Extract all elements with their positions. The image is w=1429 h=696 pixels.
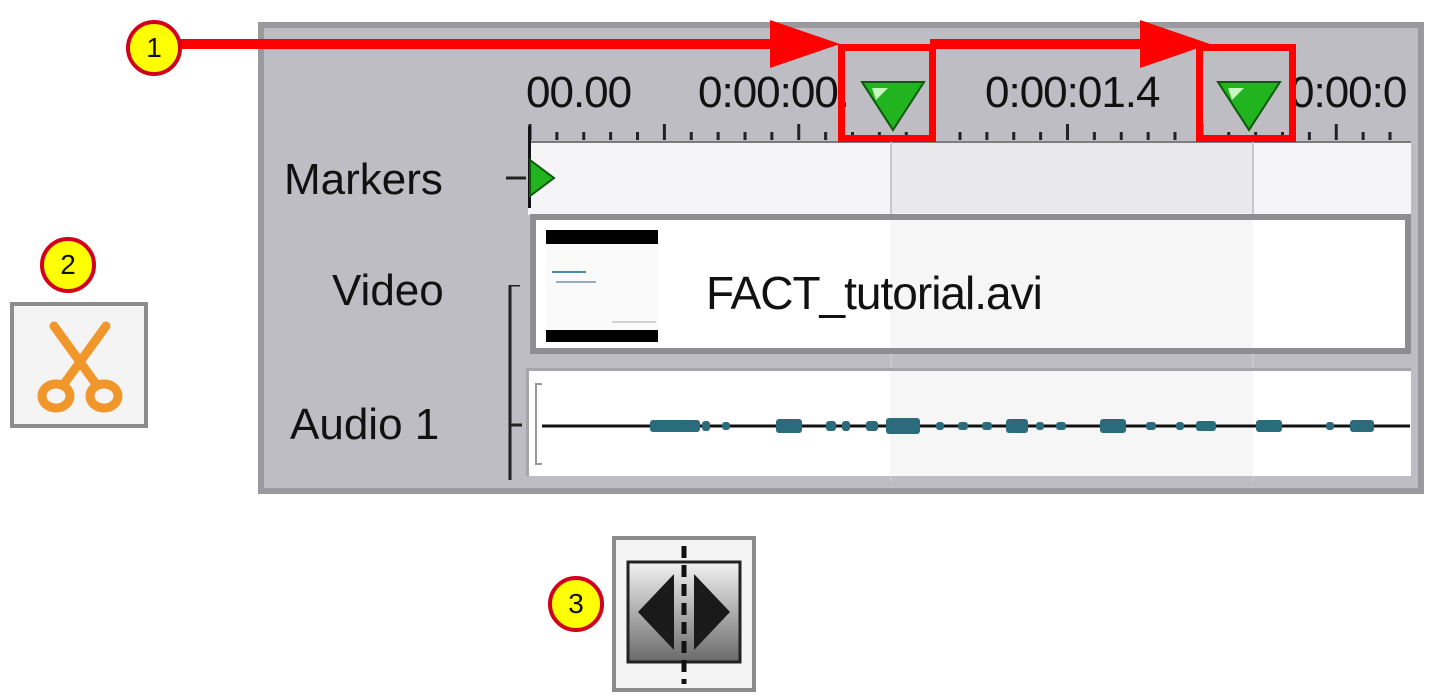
split-clip-icon	[626, 546, 742, 684]
track-label-audio: Audio 1	[290, 400, 440, 449]
markers-track-shade	[890, 141, 1253, 213]
ruler-label-4: 0:00:0	[1290, 68, 1407, 117]
waveform-segment	[1176, 422, 1184, 430]
audio-waveform	[535, 383, 1410, 465]
split-button[interactable]	[612, 536, 756, 692]
waveform-segment	[866, 421, 878, 431]
waveform-segment	[842, 421, 850, 431]
waveform-segment	[702, 421, 710, 431]
waveform-segment	[826, 421, 836, 431]
waveform-segment	[1100, 419, 1126, 433]
waveform-segment	[1326, 422, 1334, 430]
callout-badge-2: 2	[40, 237, 96, 293]
waveform-segment	[982, 422, 992, 430]
waveform-segment	[650, 420, 700, 432]
start-marker-icon[interactable]	[500, 156, 560, 200]
waveform-segment	[776, 419, 802, 433]
waveform-segment	[1256, 420, 1282, 432]
highlight-box-1	[838, 44, 936, 142]
waveform-segment	[1036, 422, 1044, 430]
cut-button[interactable]	[10, 302, 148, 428]
video-thumbnail	[546, 230, 658, 342]
waveform-segment	[936, 422, 944, 430]
waveform-segment	[1056, 422, 1066, 430]
waveform-segment	[722, 422, 730, 430]
callout-badge-1: 1	[126, 20, 182, 76]
track-label-video: Video	[332, 266, 444, 315]
waveform-segment	[1006, 419, 1028, 433]
callout-badge-3: 3	[548, 576, 604, 632]
annotation-arrows	[180, 20, 1210, 68]
video-clip-filename: FACT_tutorial.avi	[706, 267, 1043, 319]
waveform-segment	[1146, 422, 1156, 430]
highlight-box-2	[1196, 44, 1296, 142]
track-label-markers: Markers	[284, 155, 443, 204]
waveform-segment	[1196, 421, 1216, 431]
waveform-segment	[1350, 420, 1374, 432]
waveform-segment	[886, 418, 920, 434]
scissors-icon	[37, 321, 123, 413]
waveform-segment	[958, 422, 968, 430]
